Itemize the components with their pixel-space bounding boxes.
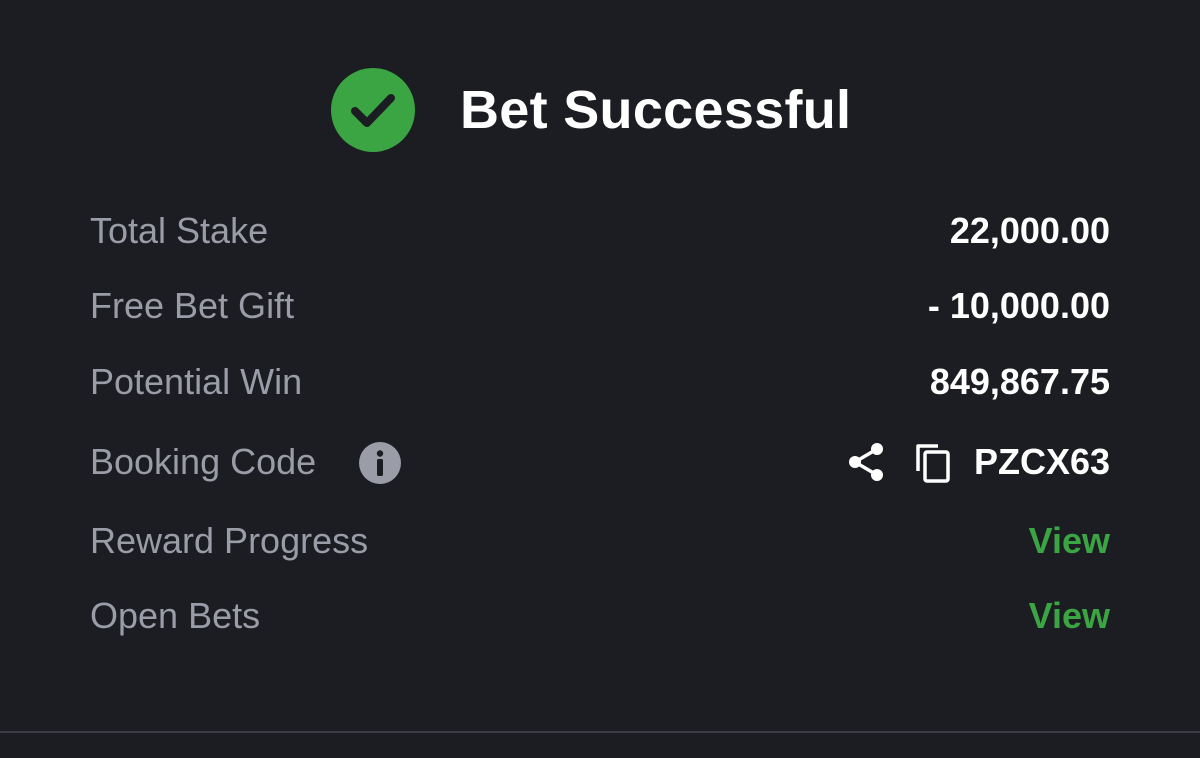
share-icon[interactable] — [844, 440, 888, 484]
open-bets-label: Open Bets — [90, 595, 261, 636]
copy-icon[interactable] — [912, 440, 956, 484]
reward-progress-view-link[interactable]: View — [1029, 516, 1110, 566]
info-icon[interactable] — [358, 441, 402, 485]
open-bets-view-link[interactable]: View — [1029, 591, 1110, 641]
free-bet-gift-row: Free Bet Gift - 10,000.00 — [90, 281, 1110, 331]
free-bet-gift-label: Free Bet Gift — [90, 285, 295, 326]
free-bet-gift-value: - 10,000.00 — [927, 285, 1110, 326]
total-stake-value: 22,000.00 — [949, 210, 1110, 251]
total-stake-label: Total Stake — [90, 210, 269, 251]
booking-code-label: Booking Code — [90, 441, 317, 482]
page-title: Bet Successful — [460, 80, 852, 140]
reward-progress-label: Reward Progress — [90, 520, 369, 561]
open-bets-row: Open Bets View — [90, 591, 1110, 641]
potential-win-label: Potential Win — [90, 361, 303, 402]
bet-success-header: Bet Successful — [0, 0, 1200, 220]
potential-win-value: 849,867.75 — [929, 361, 1110, 402]
booking-code-row: Booking Code PZCX63 — [90, 437, 1110, 487]
potential-win-row: Potential Win 849,867.75 — [90, 357, 1110, 407]
reward-progress-row: Reward Progress View — [90, 516, 1110, 566]
check-circle-icon — [331, 68, 415, 152]
booking-code-value[interactable]: PZCX63 — [974, 437, 1110, 487]
total-stake-row: Total Stake 22,000.00 — [90, 206, 1110, 256]
divider — [0, 731, 1200, 733]
booking-code-actions: PZCX63 — [844, 437, 1110, 487]
